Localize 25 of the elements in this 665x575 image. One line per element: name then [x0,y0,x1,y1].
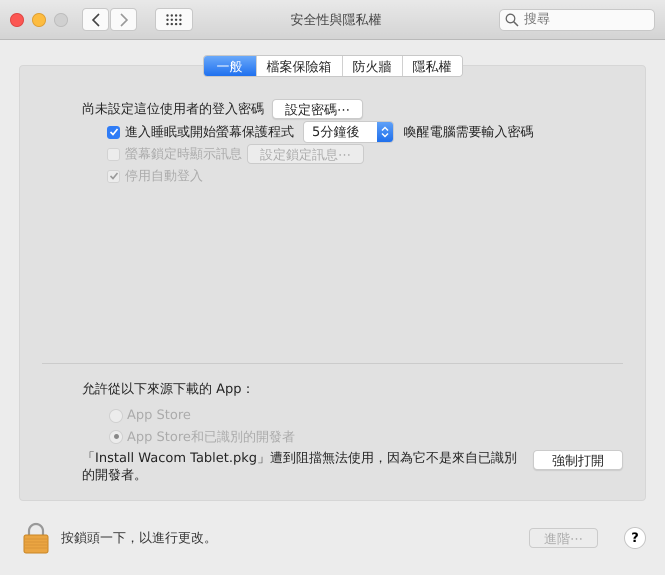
lock-hint-text: 按鎖頭一下，以進行更改。 [61,530,217,547]
set-password-button[interactable]: 設定密碼⋯ [272,99,363,119]
blocked-message: 「Install Wacom Tablet.pkg」遭到阻擋無法使用，因為它不是來自已識別的開發者。 [82,450,518,484]
chevron-left-icon [90,12,100,26]
help-button[interactable]: ? [624,527,646,549]
minimize-button[interactable] [32,12,46,26]
search-field[interactable]: 搜尋 [499,8,655,30]
checkbox-label: 進入睡眠或開始螢幕保護程式 [125,124,294,141]
window-title: 安全性與隱私權 [290,12,382,28]
option-suffix-text: 喚醒電腦需要輸入密碼 [403,124,534,141]
password-status-text: 尚未設定這位使用者的登入密碼 [82,101,264,118]
checkbox[interactable] [107,126,120,138]
show-all-button[interactable] [155,8,193,31]
tab[interactable]: 隱私權 [402,56,462,76]
grid-icon [166,14,182,26]
search-icon [505,12,519,26]
back-button[interactable] [82,8,109,31]
lock-icon[interactable] [23,522,49,554]
download-heading: 允許從以下來源下載的 App： [82,381,255,398]
open-anyway-button[interactable]: 強制打開 [533,450,623,470]
stepper-icon [377,122,394,142]
chevron-right-icon [118,12,128,26]
delay-dropdown[interactable]: 5分鐘後 [303,121,394,143]
close-button[interactable] [10,12,24,26]
zoom-button[interactable] [54,12,68,26]
